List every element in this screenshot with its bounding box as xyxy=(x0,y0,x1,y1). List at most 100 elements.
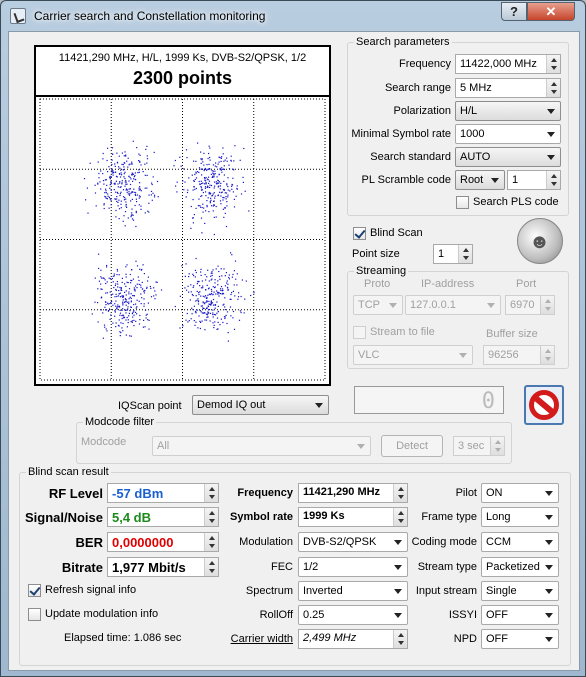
modulation-select[interactable]: DVB-S2/QPSK xyxy=(298,532,408,552)
min-symbol-rate-value: 1000 xyxy=(460,128,485,140)
constellation-point xyxy=(112,172,114,174)
constellation-point xyxy=(217,194,219,196)
constellation-point xyxy=(174,305,176,308)
pl-scramble-code-spinbox[interactable]: 1 xyxy=(507,170,561,190)
frequency-spinbox[interactable]: 11422,000 MHz xyxy=(455,54,561,74)
rolloff-select[interactable]: 0.25 xyxy=(298,605,408,625)
constellation-point xyxy=(193,305,195,307)
fec-select[interactable]: 1/2 xyxy=(298,557,408,577)
help-button[interactable]: ? xyxy=(501,2,527,21)
constellation-point xyxy=(125,300,127,302)
constellation-point xyxy=(204,222,206,224)
constellation-point xyxy=(214,286,216,288)
iqscan-point-select[interactable]: Demod IQ out xyxy=(192,395,329,415)
close-button[interactable]: ✕ xyxy=(527,2,575,21)
refresh-signal-checkbox[interactable] xyxy=(28,584,41,597)
constellation-point xyxy=(135,307,137,309)
constellation-point xyxy=(232,290,234,292)
constellation-point xyxy=(116,198,118,200)
carrier-width-spin[interactable] xyxy=(393,629,408,649)
carrier-width-spin-arrows[interactable] xyxy=(393,630,407,648)
proto-select[interactable]: TCP xyxy=(353,295,403,315)
constellation-point xyxy=(236,284,238,286)
detect-button[interactable]: Detect xyxy=(381,435,443,457)
constellation-point xyxy=(212,286,214,288)
detect-time-spinbox[interactable]: 3 sec xyxy=(453,436,505,456)
constellation-point xyxy=(105,197,107,199)
constellation-point xyxy=(200,195,202,197)
constellation-points xyxy=(83,140,255,342)
modcode-select[interactable]: All xyxy=(152,436,371,456)
frame-type-select[interactable]: Long xyxy=(481,507,559,527)
coding-mode-select[interactable]: CCM xyxy=(481,532,559,552)
constellation-point xyxy=(117,306,119,308)
port-spinbox[interactable]: 6970 xyxy=(505,295,555,315)
frequency-value: 11422,000 MHz xyxy=(460,58,537,70)
result-frequency-spin[interactable] xyxy=(393,483,408,503)
constellation-point xyxy=(224,317,226,320)
result-frequency-spin-arrows[interactable] xyxy=(393,484,407,502)
constellation-point xyxy=(102,173,104,175)
title-bar[interactable]: Carrier search and Constellation monitor… xyxy=(1,1,585,31)
input-stream-select[interactable]: Single xyxy=(481,581,559,601)
issyi-select[interactable]: OFF xyxy=(481,605,559,625)
constellation-point xyxy=(115,305,117,307)
pl-scramble-spin-arrows[interactable] xyxy=(546,171,560,189)
detect-time-spin-arrows[interactable] xyxy=(490,437,504,455)
player-select[interactable]: VLC xyxy=(353,345,473,365)
constellation-point xyxy=(115,191,117,193)
search-pls-checkbox[interactable] xyxy=(456,196,469,209)
counter-value: 0 xyxy=(481,389,495,414)
constellation-point xyxy=(123,173,125,175)
constellation-point xyxy=(202,211,204,213)
constellation-point xyxy=(136,287,138,289)
pilot-select[interactable]: ON xyxy=(481,483,559,503)
constellation-point xyxy=(128,301,130,303)
constellation-point xyxy=(128,188,130,190)
search-range-spinbox[interactable]: 5 MHz xyxy=(455,78,561,98)
search-range-spin-arrows[interactable] xyxy=(546,79,560,97)
stop-button[interactable] xyxy=(524,385,564,425)
app-logo[interactable]: ☻ xyxy=(517,218,563,264)
constellation-point xyxy=(192,217,194,219)
constellation-point xyxy=(148,202,150,204)
point-size-spin-arrows[interactable] xyxy=(458,245,472,263)
frequency-spin-arrows[interactable] xyxy=(546,55,560,73)
constellation-point xyxy=(186,157,188,159)
port-spin-arrows[interactable] xyxy=(540,296,554,314)
ip-address-select[interactable]: 127.0.0.1 xyxy=(405,295,501,315)
constellation-point xyxy=(104,179,106,181)
proto-label: Proto xyxy=(364,278,391,290)
blind-scan-checkbox[interactable] xyxy=(353,227,366,240)
chevron-down-icon xyxy=(491,178,499,183)
constellation-point xyxy=(114,315,116,317)
constellation-point xyxy=(121,317,123,320)
constellation-point xyxy=(128,288,131,290)
constellation-point xyxy=(125,183,127,185)
constellation-point xyxy=(127,193,129,195)
constellation-point xyxy=(154,194,156,196)
stream-type-select[interactable]: Packetized xyxy=(481,557,559,577)
constellation-point xyxy=(153,151,155,153)
carrier-width-label[interactable]: Carrier width xyxy=(213,633,293,645)
point-size-spinbox[interactable]: 1 xyxy=(433,244,473,264)
symbol-rate-spin-arrows[interactable] xyxy=(393,508,407,526)
polarization-select[interactable]: H/L xyxy=(455,101,561,121)
symbol-rate-spin[interactable] xyxy=(393,507,408,527)
constellation-point xyxy=(142,264,144,266)
constellation-point xyxy=(226,205,228,207)
pl-scramble-mode-select[interactable]: Root xyxy=(455,170,505,190)
buffer-size-spinbox[interactable]: 96256 xyxy=(483,345,555,365)
update-modulation-checkbox[interactable] xyxy=(28,608,41,621)
constellation-point xyxy=(108,207,110,209)
stream-to-file-checkbox[interactable] xyxy=(353,326,366,339)
constellation-point xyxy=(208,180,211,182)
spectrum-select[interactable]: Inverted xyxy=(298,581,408,601)
constellation-point xyxy=(237,298,239,300)
pl-scramble-mode-value: Root xyxy=(460,174,484,186)
buffer-size-spin-arrows[interactable] xyxy=(540,346,554,364)
min-symbol-rate-select[interactable]: 1000 xyxy=(455,124,561,144)
constellation-point xyxy=(194,269,197,271)
npd-select[interactable]: OFF xyxy=(481,629,559,649)
search-standard-select[interactable]: AUTO xyxy=(455,147,561,167)
